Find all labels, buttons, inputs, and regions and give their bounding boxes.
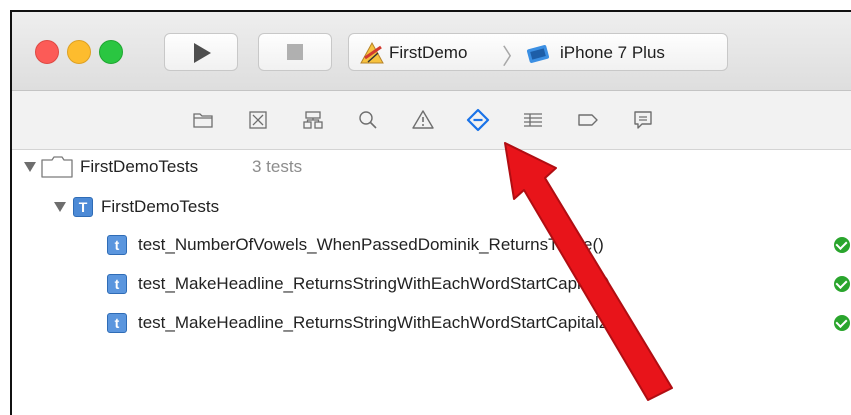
test-bundle-row[interactable]: FirstDemoTests 3 tests [12, 152, 851, 182]
issue-navigator-warning-icon[interactable] [409, 107, 437, 133]
test-method-row[interactable]: t test_MakeHeadline_ReturnsStringWithEac… [12, 269, 851, 299]
zoom-window-button[interactable] [99, 40, 123, 64]
test-passed-check-icon[interactable] [834, 276, 850, 292]
stop-icon [287, 44, 303, 60]
test-bundle-folder-icon [41, 156, 73, 178]
xcode-window: FirstDemo 〉 iPhone 7 Plus FirstDemoTests… [10, 10, 851, 415]
test-method-badge-icon: t [107, 235, 127, 255]
test-class-badge-icon: T [73, 197, 93, 217]
report-navigator-icon[interactable] [629, 107, 657, 133]
find-navigator-search-icon[interactable] [354, 107, 382, 133]
project-navigator-folder-icon[interactable] [189, 107, 217, 133]
disclosure-triangle-icon[interactable] [54, 202, 66, 212]
test-method-label: test_MakeHeadline_ReturnsStringWithEachW… [138, 313, 620, 332]
symbol-navigator-icon[interactable] [299, 107, 327, 133]
test-method-badge-icon: t [107, 274, 127, 294]
play-icon [194, 43, 211, 63]
scheme-selector[interactable]: FirstDemo 〉 iPhone 7 Plus [348, 33, 728, 71]
source-control-navigator-icon[interactable] [244, 107, 272, 133]
test-passed-check-icon[interactable] [834, 237, 850, 253]
device-name: iPhone 7 Plus [560, 43, 665, 62]
test-method-label: test_MakeHeadline_ReturnsStringWithEachW… [138, 274, 611, 293]
test-navigator-tree: FirstDemoTests 3 tests T FirstDemoTests … [12, 150, 851, 415]
debug-navigator-icon[interactable] [519, 107, 547, 133]
stop-button[interactable] [258, 33, 332, 71]
simulator-device-icon [526, 45, 550, 63]
toolbar: FirstDemo 〉 iPhone 7 Plus [12, 12, 851, 91]
run-button[interactable] [164, 33, 238, 71]
disclosure-triangle-icon[interactable] [24, 162, 36, 172]
navigator-selector-bar [12, 91, 851, 150]
test-method-label: test_NumberOfVowels_WhenPassedDominik_Re… [138, 235, 604, 254]
scheme-name: FirstDemo [389, 43, 468, 62]
close-window-button[interactable] [35, 40, 59, 64]
test-navigator-icon[interactable] [464, 107, 492, 133]
test-count: 3 tests [252, 157, 303, 176]
test-passed-check-icon[interactable] [834, 315, 850, 331]
test-method-badge-icon: t [107, 313, 127, 333]
test-bundle-label: FirstDemoTests [80, 157, 199, 176]
breadcrumb-separator: 〉 [502, 44, 525, 69]
app-scheme-icon [360, 41, 384, 64]
test-method-row[interactable]: t test_MakeHeadline_ReturnsStringWithEac… [12, 308, 851, 338]
test-class-label: FirstDemoTests [101, 197, 220, 216]
breakpoint-navigator-icon[interactable] [574, 107, 602, 133]
test-method-row[interactable]: t test_NumberOfVowels_WhenPassedDominik_… [12, 230, 851, 260]
minimize-window-button[interactable] [67, 40, 91, 64]
test-target-row[interactable]: T FirstDemoTests [12, 192, 851, 222]
